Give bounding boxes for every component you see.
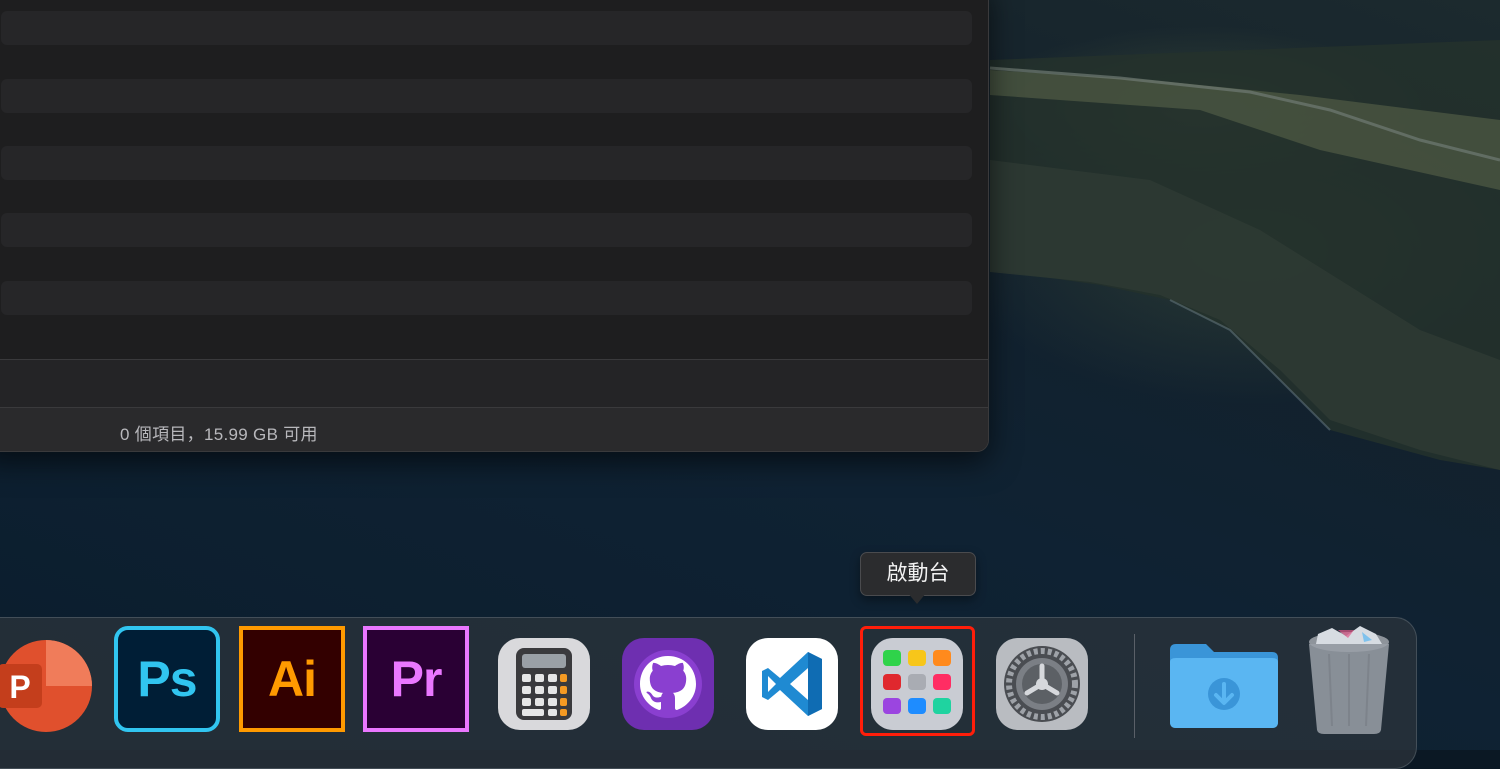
trash-icon (1309, 626, 1389, 734)
dock-tooltip: 啟動台 (860, 552, 976, 596)
tooltip-arrow (907, 592, 927, 604)
list-row (1, 146, 972, 180)
dock-divider (1134, 634, 1135, 738)
dock-item-github-desktop[interactable] (620, 636, 716, 732)
file-list[interactable] (0, 1, 988, 339)
dock-item-powerpoint[interactable]: P (0, 638, 94, 734)
launchpad-highlight-box (860, 626, 975, 736)
dock-item-system-preferences[interactable] (994, 636, 1090, 732)
vscode-icon (746, 638, 838, 730)
dock-item-visual-studio-code[interactable] (744, 636, 840, 732)
premiere-glyph: Pr (390, 651, 443, 707)
list-row (1, 79, 972, 113)
illustrator-icon: Ai (239, 626, 345, 732)
premiere-icon: Pr (363, 626, 469, 732)
svg-text:P: P (9, 669, 30, 705)
gear-icon (996, 638, 1088, 730)
github-icon (622, 638, 714, 730)
dock-item-photoshop[interactable]: Ps (114, 626, 220, 732)
downloads-folder-icon (1170, 644, 1278, 728)
path-bar (0, 359, 988, 408)
illustrator-glyph: Ai (268, 651, 317, 707)
list-row (1, 213, 972, 247)
powerpoint-icon: P (0, 640, 92, 732)
status-bar: 0 個項目，15.99 GB 可用 (0, 407, 988, 451)
finder-window: 0 個項目，15.99 GB 可用 (0, 0, 989, 452)
dock-item-calculator[interactable] (496, 636, 592, 732)
photoshop-icon: Ps (114, 626, 220, 732)
dock-item-trash[interactable] (1302, 624, 1396, 736)
tooltip-label: 啟動台 (886, 562, 950, 585)
list-row (1, 11, 972, 45)
dock-item-premiere[interactable]: Pr (363, 626, 469, 732)
photoshop-glyph: Ps (137, 651, 197, 707)
list-row (1, 281, 972, 315)
calculator-icon (498, 638, 590, 730)
status-text: 0 個項目，15.99 GB 可用 (120, 425, 318, 444)
dock-item-downloads[interactable] (1168, 636, 1280, 732)
dock-item-illustrator[interactable]: Ai (239, 626, 345, 732)
